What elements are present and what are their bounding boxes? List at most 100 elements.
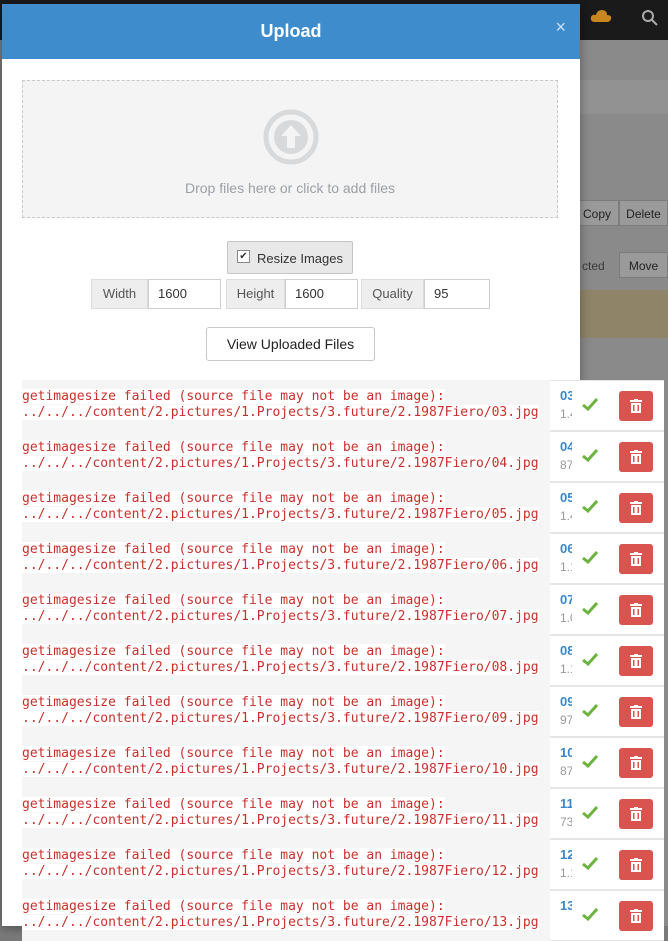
delete-file-button[interactable] [619, 544, 653, 574]
file-path: ../../../content/2.pictures/1.Projects/3… [22, 660, 539, 675]
error-message: getimagesize failed (source file may not… [22, 584, 550, 635]
check-icon [582, 907, 598, 921]
error-text: getimagesize failed (source file may not… [22, 899, 445, 914]
error-text: getimagesize failed (source file may not… [22, 644, 445, 659]
file-size: 87 [560, 458, 572, 472]
height-label: Height [226, 279, 285, 309]
delete-file-button[interactable] [619, 748, 653, 778]
file-status: 11 73 [550, 788, 664, 839]
error-text: getimagesize failed (source file may not… [22, 491, 445, 506]
resize-images-toggle[interactable]: ✔ Resize Images [227, 241, 353, 274]
delete-file-button[interactable] [619, 799, 653, 829]
error-message: getimagesize failed (source file may not… [22, 533, 550, 584]
delete-file-button[interactable] [619, 442, 653, 472]
error-message: getimagesize failed (source file may not… [22, 890, 550, 941]
quality-input[interactable]: 95 [424, 279, 490, 309]
file-row: getimagesize failed (source file may not… [22, 737, 664, 788]
dropzone[interactable]: Drop files here or click to add files [22, 80, 558, 218]
quality-label: Quality [361, 279, 424, 309]
check-icon [582, 805, 598, 819]
check-icon [582, 601, 598, 615]
file-status: 10 87 [550, 737, 664, 788]
selected-text: cted [582, 259, 605, 273]
file-name-link[interactable]: 05 [560, 490, 572, 505]
check-icon [582, 499, 598, 513]
error-text: getimagesize failed (source file may not… [22, 695, 445, 710]
file-name-link[interactable]: 04 [560, 439, 572, 454]
trash-icon [630, 450, 642, 464]
delete-button[interactable]: Delete [619, 200, 668, 226]
file-status: 08 1.1 [550, 635, 664, 686]
upload-arrow-icon [263, 109, 319, 165]
file-path: ../../../content/2.pictures/1.Projects/3… [22, 405, 539, 420]
file-size: 1.1 [560, 560, 572, 574]
trash-icon [630, 909, 642, 923]
search-icon[interactable] [640, 8, 660, 28]
delete-file-button[interactable] [619, 901, 653, 931]
view-uploaded-files-button[interactable]: View Uploaded Files [206, 327, 375, 361]
file-name-link[interactable]: 07 [560, 592, 572, 607]
height-input[interactable]: 1600 [285, 279, 358, 309]
delete-file-button[interactable] [619, 697, 653, 727]
file-row: getimagesize failed (source file may not… [22, 584, 664, 635]
check-icon [582, 703, 598, 717]
file-row: getimagesize failed (source file may not… [22, 482, 664, 533]
error-message: getimagesize failed (source file may not… [22, 737, 550, 788]
file-path: ../../../content/2.pictures/1.Projects/3… [22, 609, 539, 624]
resize-images-label: Resize Images [257, 251, 343, 266]
resize-checkbox[interactable]: ✔ [237, 250, 250, 263]
background-band [580, 80, 668, 114]
delete-file-button[interactable] [619, 646, 653, 676]
file-row: getimagesize failed (source file may not… [22, 431, 664, 482]
error-message: getimagesize failed (source file may not… [22, 431, 550, 482]
error-message: getimagesize failed (source file may not… [22, 839, 550, 890]
error-message: getimagesize failed (source file may not… [22, 788, 550, 839]
file-size: 97 [560, 713, 572, 727]
trash-icon [630, 807, 642, 821]
file-size: 1.1 [560, 662, 572, 676]
file-path: ../../../content/2.pictures/1.Projects/3… [22, 507, 539, 522]
file-path: ../../../content/2.pictures/1.Projects/3… [22, 864, 539, 879]
file-status: 13 [550, 890, 664, 941]
file-name-link[interactable]: 12 [560, 847, 572, 862]
error-message: getimagesize failed (source file may not… [22, 686, 550, 737]
file-path: ../../../content/2.pictures/1.Projects/3… [22, 915, 539, 930]
error-text: getimagesize failed (source file may not… [22, 542, 445, 557]
close-icon[interactable]: × [555, 17, 566, 38]
check-icon [582, 550, 598, 564]
file-status: 09 97 [550, 686, 664, 737]
background-notice [580, 290, 668, 338]
error-text: getimagesize failed (source file may not… [22, 389, 445, 404]
error-text: getimagesize failed (source file may not… [22, 440, 445, 455]
file-size: 87 [560, 764, 572, 778]
trash-icon [630, 756, 642, 770]
file-size: 1.0 [560, 611, 572, 625]
move-button[interactable]: Move [619, 252, 668, 278]
check-icon [582, 754, 598, 768]
trash-icon [630, 858, 642, 872]
dropzone-text: Drop files here or click to add files [184, 180, 396, 196]
modal-header: Upload × [2, 4, 580, 59]
file-status: 05 1.4 [550, 482, 664, 533]
width-input[interactable]: 1600 [148, 279, 221, 309]
delete-file-button[interactable] [619, 391, 653, 421]
file-name-link[interactable]: 13 [560, 898, 572, 913]
file-name-link[interactable]: 06 [560, 541, 572, 556]
copy-button[interactable]: Copy [575, 200, 619, 226]
trash-icon [630, 705, 642, 719]
file-name-link[interactable]: 09 [560, 694, 572, 709]
file-name-link[interactable]: 08 [560, 643, 572, 658]
delete-file-button[interactable] [619, 850, 653, 880]
delete-file-button[interactable] [619, 595, 653, 625]
check-icon [582, 397, 598, 411]
check-icon [582, 856, 598, 870]
file-row: getimagesize failed (source file may not… [22, 788, 664, 839]
check-icon [582, 652, 598, 666]
file-name-link[interactable]: 03 [560, 388, 572, 403]
file-name-link[interactable]: 11 [560, 796, 572, 811]
file-status: 06 1.1 [550, 533, 664, 584]
error-message: getimagesize failed (source file may not… [22, 635, 550, 686]
delete-file-button[interactable] [619, 493, 653, 523]
error-text: getimagesize failed (source file may not… [22, 848, 445, 863]
file-name-link[interactable]: 10 [560, 745, 572, 760]
